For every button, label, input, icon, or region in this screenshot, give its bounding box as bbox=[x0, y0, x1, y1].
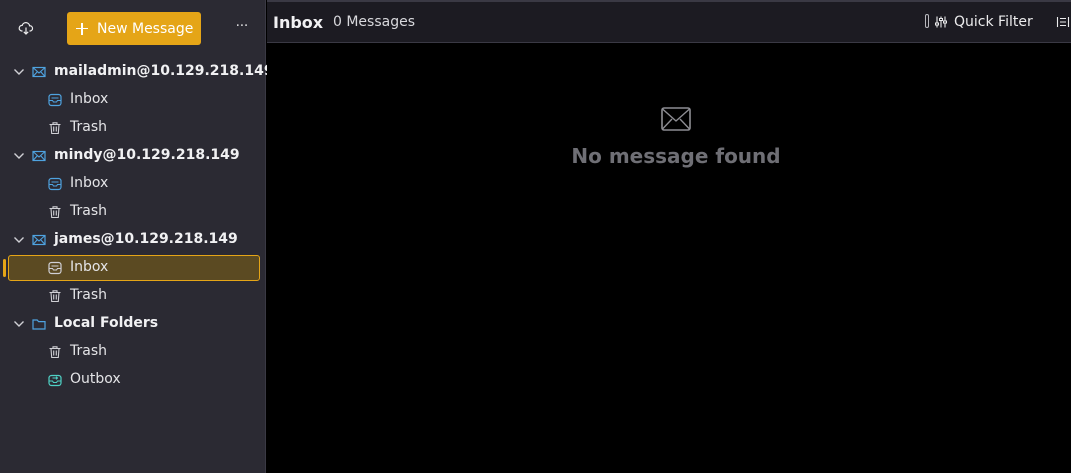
more-options-button[interactable]: ··· bbox=[232, 18, 252, 38]
account-row-mindy[interactable]: mindy@10.129.218.149 bbox=[0, 142, 266, 170]
trash-icon bbox=[49, 346, 61, 359]
inbox-icon bbox=[48, 261, 62, 275]
outbox-icon bbox=[48, 374, 62, 387]
selection-marker bbox=[3, 259, 6, 277]
chevron-down-icon[interactable] bbox=[13, 235, 25, 245]
folder-label: Trash bbox=[70, 287, 107, 303]
new-message-button[interactable]: New Message bbox=[67, 12, 201, 45]
new-message-label: New Message bbox=[97, 20, 194, 37]
folder-label: Outbox bbox=[70, 371, 121, 387]
thread-pane: Inbox 0 Messages Quick Filter No message… bbox=[267, 0, 1071, 473]
folder-label: Inbox bbox=[70, 91, 109, 107]
account-name: mindy@10.129.218.149 bbox=[54, 147, 240, 163]
folder-tree: mailadmin@10.129.218.149 Inbox Trash min… bbox=[0, 58, 274, 394]
quick-filter-icon[interactable] bbox=[934, 15, 948, 29]
account-row-mailadmin[interactable]: mailadmin@10.129.218.149 bbox=[0, 58, 274, 86]
display-options-icon[interactable] bbox=[1056, 15, 1070, 29]
trash-icon bbox=[49, 122, 61, 135]
folder-label: Trash bbox=[70, 119, 107, 135]
inbox-icon bbox=[48, 93, 62, 107]
mail-account-icon bbox=[32, 234, 46, 246]
account-row-james[interactable]: james@10.129.218.149 bbox=[0, 226, 266, 254]
trash-icon bbox=[49, 290, 61, 303]
account-row-local-folders[interactable]: Local Folders bbox=[0, 310, 266, 338]
quick-filter-toggle[interactable] bbox=[925, 14, 929, 28]
account-name: mailadmin@10.129.218.149 bbox=[54, 63, 274, 79]
folder-label: Inbox bbox=[70, 175, 109, 191]
message-count: 0 Messages bbox=[333, 14, 416, 30]
chevron-down-icon[interactable] bbox=[13, 67, 25, 77]
mail-app: New Message ··· mailadmin@10.129.218.149… bbox=[0, 0, 1071, 473]
folder-row-trash[interactable]: Trash bbox=[0, 338, 266, 366]
selection-highlight bbox=[8, 255, 260, 281]
folder-row-outbox[interactable]: Outbox bbox=[0, 366, 266, 394]
trash-icon bbox=[49, 206, 61, 219]
folder-label: Trash bbox=[70, 203, 107, 219]
folder-row-trash[interactable]: Trash bbox=[0, 282, 266, 310]
folder-label: Inbox bbox=[70, 259, 109, 275]
empty-state-message: No message found bbox=[571, 144, 781, 168]
folder-row-inbox[interactable]: Inbox bbox=[0, 86, 266, 114]
quick-filter-button[interactable]: Quick Filter bbox=[954, 14, 1033, 30]
chevron-down-icon[interactable] bbox=[13, 151, 25, 161]
account-name: james@10.129.218.149 bbox=[54, 231, 238, 247]
thread-pane-header: Inbox 0 Messages Quick Filter bbox=[267, 2, 1071, 43]
folder-row-trash[interactable]: Trash bbox=[0, 114, 266, 142]
inbox-icon bbox=[48, 177, 62, 191]
account-name: Local Folders bbox=[54, 315, 159, 331]
mail-account-icon bbox=[32, 66, 46, 78]
plus-icon bbox=[76, 22, 88, 35]
folder-row-inbox-selected[interactable]: Inbox bbox=[0, 254, 266, 282]
get-messages-button[interactable] bbox=[17, 19, 35, 37]
envelope-icon bbox=[661, 107, 691, 131]
chevron-down-icon[interactable] bbox=[13, 319, 25, 329]
folder-row-trash[interactable]: Trash bbox=[0, 198, 266, 226]
folder-icon bbox=[32, 319, 46, 330]
folder-pane: New Message ··· mailadmin@10.129.218.149… bbox=[0, 0, 274, 473]
folder-row-inbox[interactable]: Inbox bbox=[0, 170, 266, 198]
folder-pane-header: New Message ··· bbox=[0, 0, 266, 56]
mail-account-icon bbox=[32, 150, 46, 162]
folder-title: Inbox bbox=[273, 13, 324, 32]
cloud-download-icon bbox=[18, 22, 34, 35]
folder-label: Trash bbox=[70, 343, 107, 359]
